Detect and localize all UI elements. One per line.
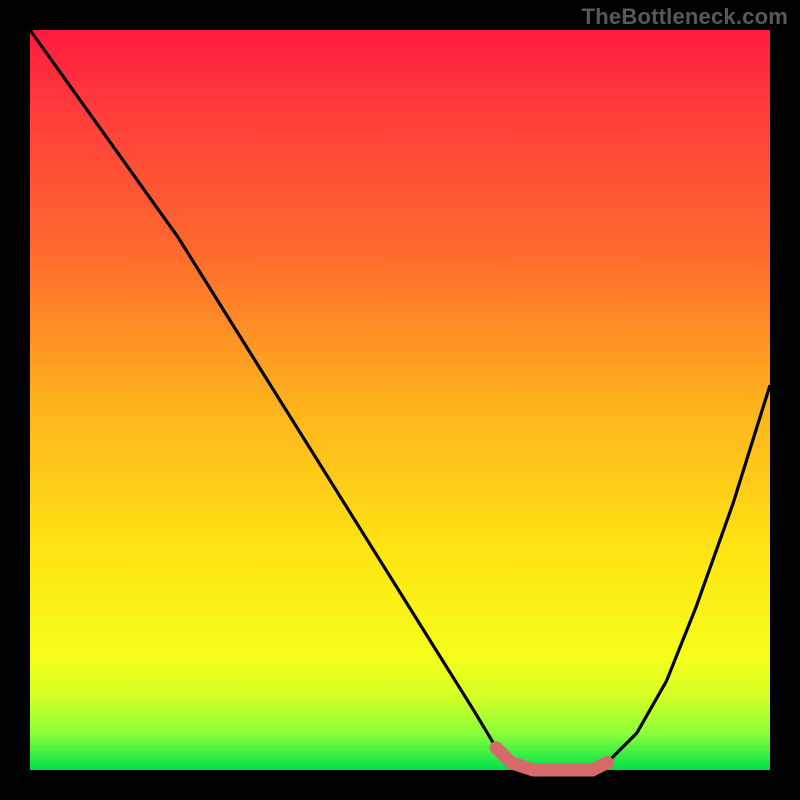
watermark-text: TheBottleneck.com (582, 4, 788, 30)
curve-svg (30, 30, 770, 770)
highlight-end-marker (601, 756, 614, 769)
bottleneck-curve-path (30, 30, 770, 770)
plot-area (30, 30, 770, 770)
chart-frame: TheBottleneck.com (0, 0, 800, 800)
highlight-segment-path (496, 748, 607, 770)
